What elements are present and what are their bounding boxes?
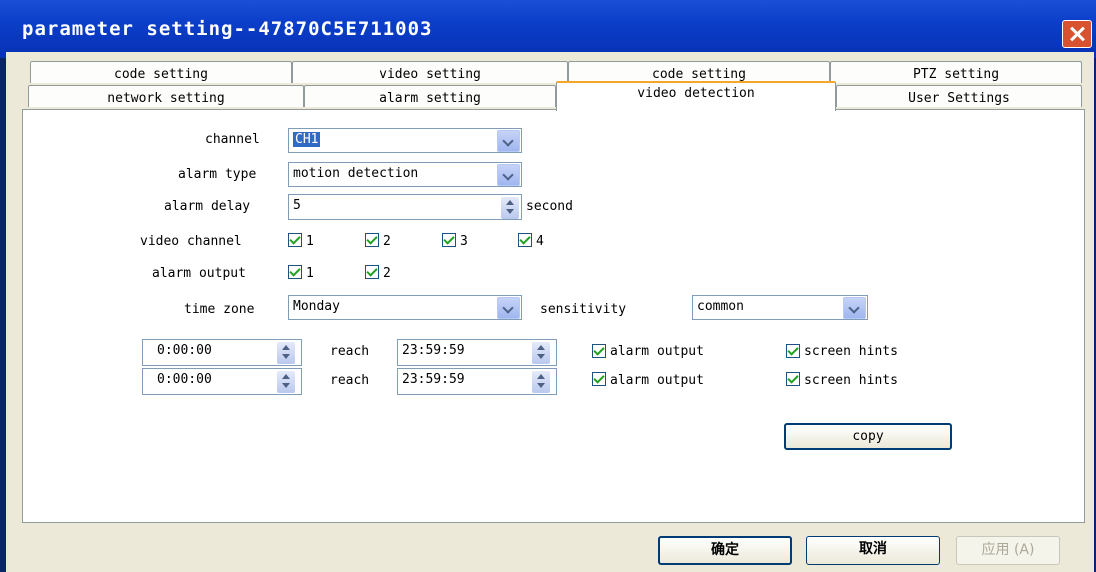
schedule-2-alarm-output-checkbox[interactable] <box>592 372 606 386</box>
schedule-1-alarm-output-label: alarm output <box>610 344 704 359</box>
alarm-output-2-label: 2 <box>383 266 391 281</box>
dialog-window: parameter setting--47870C5E711003 code s… <box>0 0 1096 572</box>
tab-video-detection[interactable]: video detection <box>556 81 836 111</box>
tab-user-settings[interactable]: User Settings <box>836 85 1082 107</box>
time-zone-value: Monday <box>293 299 340 314</box>
cancel-button[interactable]: 取消 <box>806 536 940 565</box>
alarm-delay-label: alarm delay <box>164 199 251 214</box>
ok-button[interactable]: 确定 <box>658 536 792 565</box>
channel-value: CH1 <box>293 132 321 147</box>
schedule-1-start[interactable]: 0:00:00 <box>142 339 302 366</box>
sensitivity-label: sensitivity <box>540 302 627 317</box>
schedule-2-end-value: 23:59:59 <box>402 372 465 387</box>
video-channel-3-checkbox[interactable] <box>442 233 456 247</box>
schedule-2-screen-hints-checkbox[interactable] <box>786 372 800 386</box>
video-channel-1-label: 1 <box>306 234 314 249</box>
spinner-icon[interactable] <box>277 342 295 364</box>
alarm-output-2-checkbox[interactable] <box>365 265 379 279</box>
tab-alarm-setting[interactable]: alarm setting <box>304 85 556 107</box>
tab-ptz-setting[interactable]: PTZ setting <box>830 61 1082 83</box>
sensitivity-value: common <box>697 299 744 314</box>
schedule-2-reach-label: reach <box>330 373 370 388</box>
spinner-icon[interactable] <box>277 371 295 393</box>
spinner-icon[interactable] <box>501 197 519 219</box>
tab-code-setting-1[interactable]: code setting <box>30 61 292 83</box>
window-title: parameter setting--47870C5E711003 <box>22 18 433 40</box>
time-zone-select[interactable]: Monday <box>288 295 522 320</box>
tab-network-setting[interactable]: network setting <box>28 85 304 107</box>
schedule-1-end-value: 23:59:59 <box>402 343 465 358</box>
spinner-icon[interactable] <box>532 342 550 364</box>
video-channel-1-checkbox[interactable] <box>288 233 302 247</box>
chevron-down-icon[interactable] <box>497 164 520 186</box>
video-channel-label: video channel <box>140 234 242 249</box>
chevron-down-icon[interactable] <box>843 297 866 319</box>
schedule-2-screen-hints-label: screen hints <box>804 373 898 388</box>
copy-button[interactable]: copy <box>784 423 952 450</box>
title-bar[interactable]: parameter setting--47870C5E711003 <box>0 0 1096 58</box>
alarm-output-label: alarm output <box>152 266 246 281</box>
channel-select[interactable]: CH1 <box>288 128 522 153</box>
video-channel-4-label: 4 <box>536 234 544 249</box>
apply-button[interactable]: 应用 (A) <box>956 536 1060 565</box>
tab-code-setting-2[interactable]: code setting <box>568 61 830 83</box>
dialog-client: code setting video setting code setting … <box>6 52 1094 572</box>
alarm-type-label: alarm type <box>178 167 257 182</box>
close-icon[interactable] <box>1062 20 1092 48</box>
channel-label: channel <box>205 132 260 147</box>
time-zone-label: time zone <box>184 302 255 317</box>
alarm-type-value: motion detection <box>293 166 419 181</box>
video-channel-2-label: 2 <box>383 234 391 249</box>
alarm-output-1-checkbox[interactable] <box>288 265 302 279</box>
schedule-1-screen-hints-checkbox[interactable] <box>786 344 800 358</box>
alarm-output-1-label: 1 <box>306 266 314 281</box>
video-channel-3-label: 3 <box>460 234 468 249</box>
schedule-1-start-value: 0:00:00 <box>157 343 212 358</box>
tab-video-setting[interactable]: video setting <box>292 61 568 83</box>
schedule-1-alarm-output-checkbox[interactable] <box>592 344 606 358</box>
sensitivity-select[interactable]: common <box>692 295 868 320</box>
chevron-down-icon[interactable] <box>497 130 520 152</box>
alarm-delay-unit: second <box>526 199 573 214</box>
alarm-delay-spinner[interactable]: 5 <box>288 194 522 220</box>
alarm-delay-value: 5 <box>293 198 301 213</box>
schedule-1-reach-label: reach <box>330 344 370 359</box>
schedule-2-alarm-output-label: alarm output <box>610 373 704 388</box>
video-channel-2-checkbox[interactable] <box>365 233 379 247</box>
schedule-1-end[interactable]: 23:59:59 <box>397 339 557 366</box>
schedule-2-end[interactable]: 23:59:59 <box>397 368 557 395</box>
schedule-1-screen-hints-label: screen hints <box>804 344 898 359</box>
schedule-2-start[interactable]: 0:00:00 <box>142 368 302 395</box>
alarm-type-select[interactable]: motion detection <box>288 162 522 187</box>
schedule-2-start-value: 0:00:00 <box>157 372 212 387</box>
video-channel-4-checkbox[interactable] <box>518 233 532 247</box>
spinner-icon[interactable] <box>532 371 550 393</box>
chevron-down-icon[interactable] <box>497 297 520 319</box>
